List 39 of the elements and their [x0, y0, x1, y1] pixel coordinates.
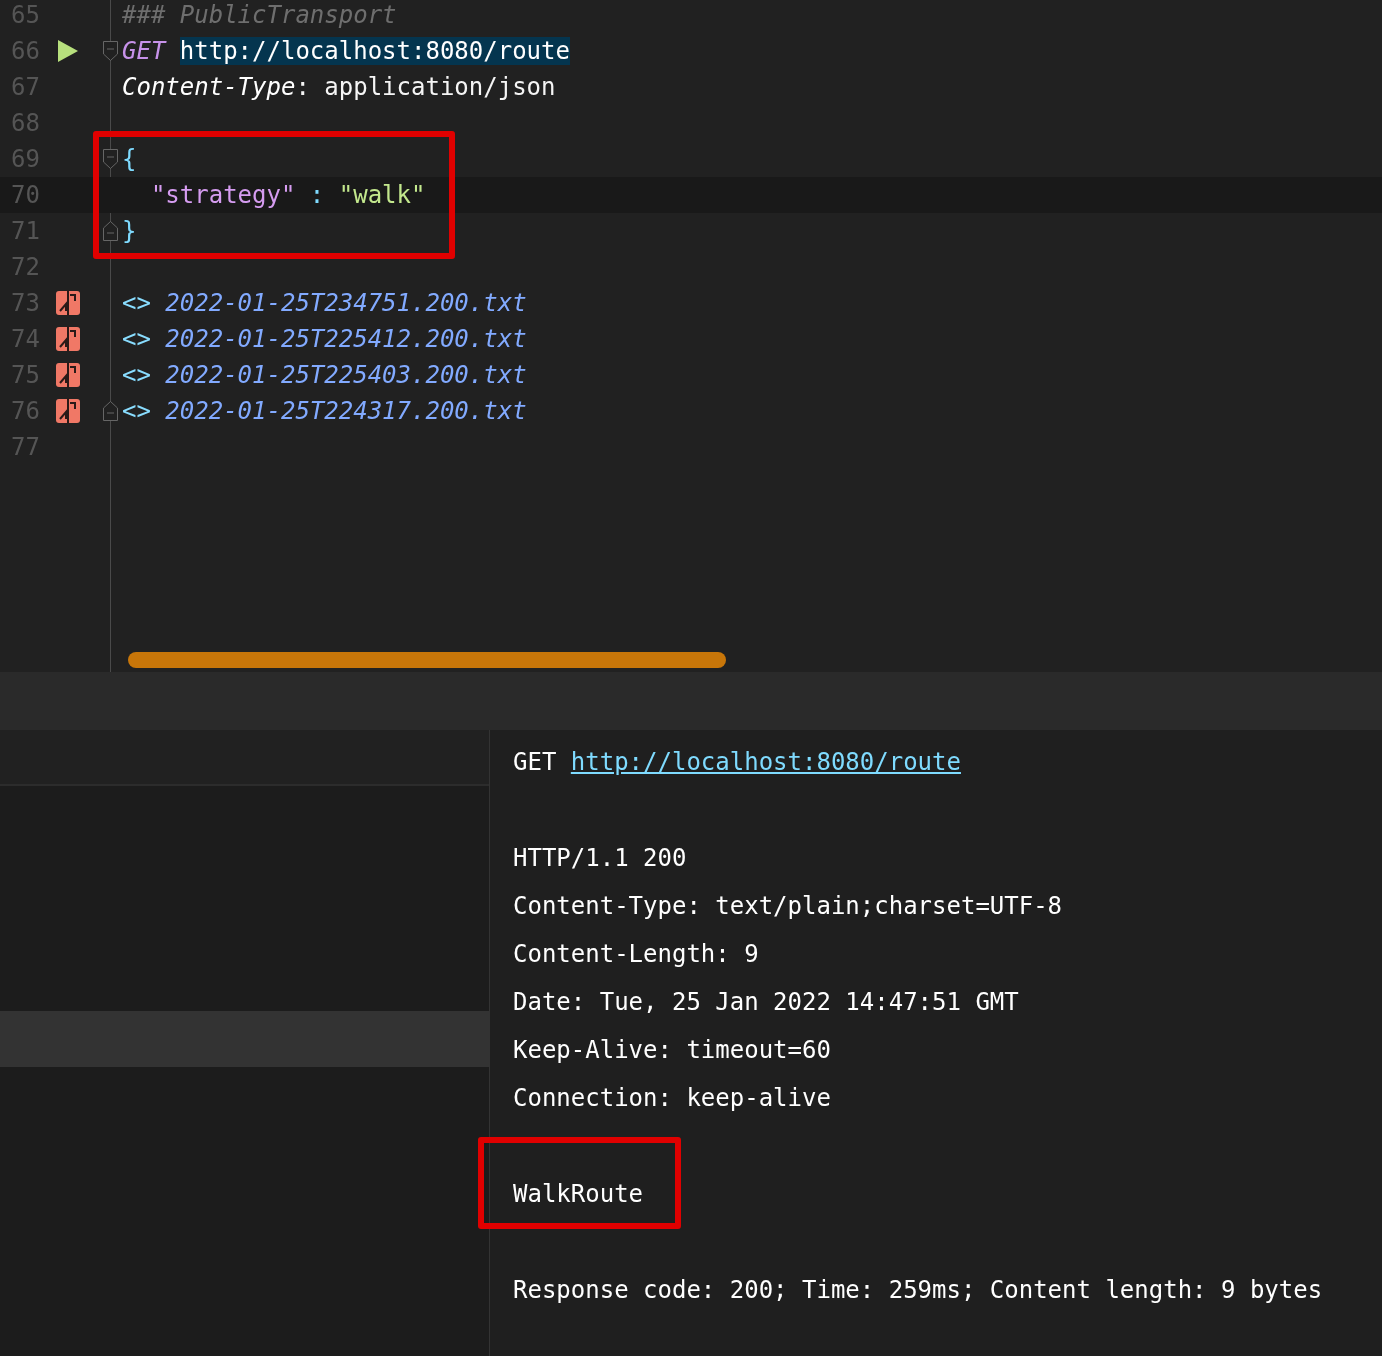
response-header: Date: Tue, 25 Jan 2022 14:47:51 GMT [513, 987, 1020, 1018]
diff-icon[interactable] [56, 362, 80, 388]
fold-icon[interactable] [103, 401, 118, 421]
diff-icon[interactable] [56, 326, 80, 352]
response-file-link[interactable]: 2022-01-25T234751.200.txt [165, 289, 527, 317]
header-name: Content-Type [122, 73, 296, 101]
scrollbar-thumb[interactable] [128, 652, 726, 668]
run-icon[interactable] [57, 39, 79, 63]
response-header: Content-Length: 9 [513, 939, 760, 970]
comment-text: ### PublicTransport [122, 1, 397, 29]
response-header: Content-Type: text/plain;charset=UTF-8 [513, 891, 1064, 922]
json-key: "strategy" [122, 181, 310, 209]
diff-icon[interactable] [56, 290, 80, 316]
response-summary: Response code: 200; Time: 259ms; Content length: 9 bytes [513, 1275, 1324, 1306]
response-file-link[interactable]: 2022-01-25T225412.200.txt [165, 325, 527, 353]
fold-icon[interactable] [103, 41, 118, 61]
arrow-marker: <> [122, 397, 152, 425]
diff-icon[interactable] [56, 398, 80, 424]
response-body: WalkRoute [513, 1179, 645, 1210]
brace: } [122, 217, 137, 245]
code-text: : application/json [295, 73, 556, 101]
brace: : [309, 181, 326, 209]
request-url-link[interactable]: http://localhost:8080/route [570, 748, 961, 776]
http-method: GET [513, 748, 557, 776]
fold-icon[interactable] [103, 149, 118, 169]
arrow-marker: <> [122, 289, 152, 317]
line-number: 70 [10, 180, 41, 211]
http-method: GET [122, 37, 168, 65]
fold-icon[interactable] [103, 221, 118, 241]
json-string: "walk" [338, 181, 426, 209]
response-file-link[interactable]: 2022-01-25T225403.200.txt [165, 361, 527, 389]
arrow-marker: <> [122, 361, 152, 389]
brace: { [122, 145, 137, 173]
selected-url: http://localhost:8080/route [179, 37, 570, 65]
status-line: HTTP/1.1 200 [513, 843, 688, 874]
response-header: Connection: keep-alive [513, 1083, 832, 1114]
response-file-link[interactable]: 2022-01-25T224317.200.txt [165, 397, 527, 425]
arrow-marker: <> [122, 325, 152, 353]
response-header: Keep-Alive: timeout=60 [513, 1035, 832, 1066]
